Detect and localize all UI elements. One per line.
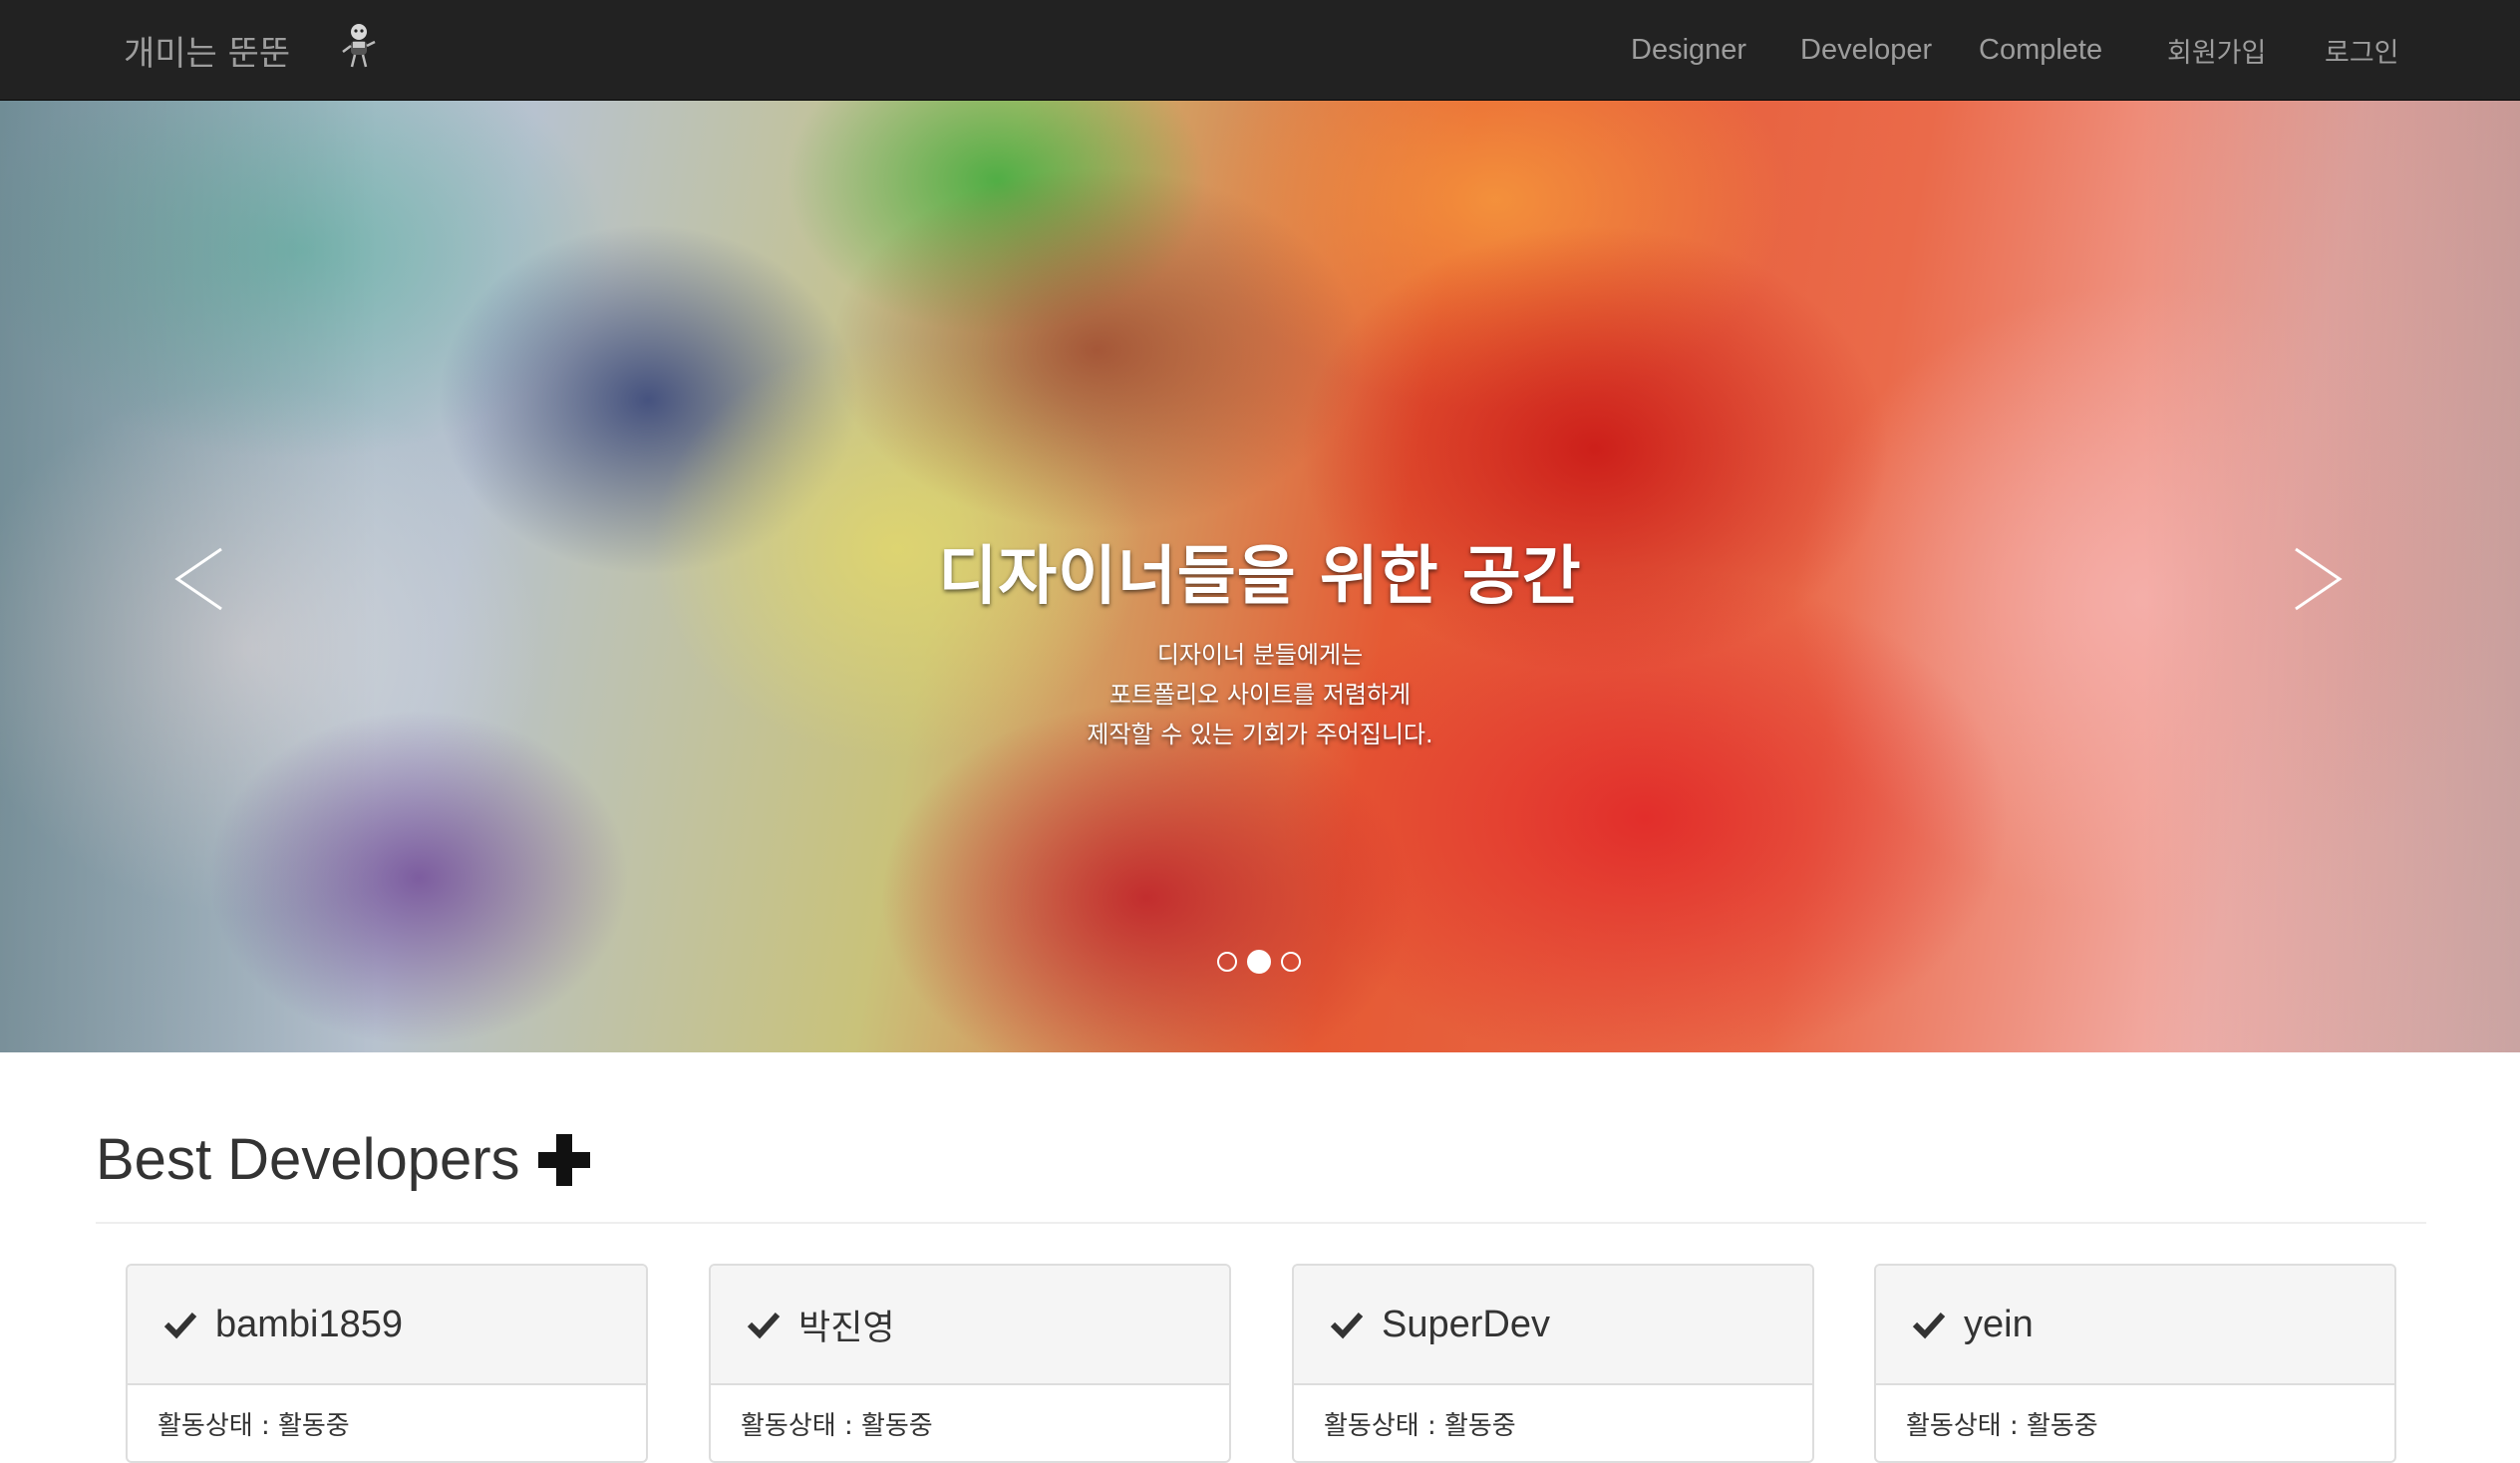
carousel-title: 디자이너들을 위한 공간 — [938, 540, 1582, 614]
section-title-text: Best Developers — [96, 1127, 520, 1192]
nav-item-complete[interactable]: Complete — [1979, 0, 2102, 100]
carousel-indicator-2[interactable] — [1247, 950, 1271, 974]
ant-mascot-icon[interactable] — [339, 22, 379, 72]
card-header: 박진영 — [711, 1266, 1229, 1385]
card-header: bambi1859 — [128, 1266, 646, 1385]
developer-name: bambi1859 — [215, 1303, 404, 1345]
card-header: SuperDev — [1294, 1266, 1812, 1385]
carousel-line: 디자이너 분들에게는 — [1156, 641, 1364, 669]
developer-status: 활동상태 : 활동중 — [1324, 1411, 1516, 1441]
nav-item-designer[interactable]: Designer — [1631, 0, 1746, 100]
developer-name: 박진영 — [798, 1308, 895, 1348]
check-icon — [747, 1312, 781, 1339]
check-icon — [1912, 1312, 1946, 1339]
developer-status: 활동상태 : 활동중 — [741, 1411, 933, 1441]
check-icon — [1330, 1312, 1364, 1339]
developer-status: 활동상태 : 활동중 — [1906, 1411, 2098, 1441]
chevron-left-icon[interactable] — [159, 539, 239, 619]
nav-item-signup[interactable]: 회원가입 — [2167, 0, 2266, 100]
section-title: Best Developers — [96, 1126, 592, 1193]
nav-item-developer[interactable]: Developer — [1800, 0, 1932, 100]
navbar: 개미는 뚠뚠 Designer Developer Complete 회원가입 … — [0, 0, 2520, 101]
developer-card[interactable]: SuperDev 활동상태 : 활동중 — [1292, 1264, 1814, 1463]
plus-icon[interactable] — [536, 1132, 592, 1188]
developer-status: 활동상태 : 활동중 — [158, 1411, 350, 1441]
developer-card[interactable]: yein 활동상태 : 활동중 — [1874, 1264, 2396, 1463]
hero-carousel: 디자이너들을 위한 공간 디자이너 분들에게는 포트폴리오 사이트를 저렴하게 … — [0, 101, 2520, 1052]
nav-item-login[interactable]: 로그인 — [2325, 0, 2399, 100]
card-header: yein — [1876, 1266, 2394, 1385]
chevron-right-icon[interactable] — [2278, 539, 2358, 619]
carousel-indicator-3[interactable] — [1281, 952, 1301, 972]
check-icon — [163, 1312, 197, 1339]
brand-link[interactable]: 개미는 뚠뚠 — [124, 0, 290, 100]
section-divider — [96, 1222, 2426, 1224]
carousel-indicators — [1217, 950, 1311, 974]
developer-card[interactable]: 박진영 활동상태 : 활동중 — [709, 1264, 1231, 1463]
developer-name: SuperDev — [1382, 1303, 1550, 1345]
developer-name: yein — [1964, 1303, 2034, 1345]
carousel-line: 제작할 수 있는 기회가 주어집니다. — [1087, 721, 1433, 748]
carousel-indicator-1[interactable] — [1217, 952, 1237, 972]
carousel-caption: 디자이너들을 위한 공간 디자이너 분들에게는 포트폴리오 사이트를 저렴하게 … — [762, 519, 1758, 754]
carousel-line: 포트폴리오 사이트를 저렴하게 — [1108, 681, 1412, 709]
developer-card[interactable]: bambi1859 활동상태 : 활동중 — [126, 1264, 648, 1463]
